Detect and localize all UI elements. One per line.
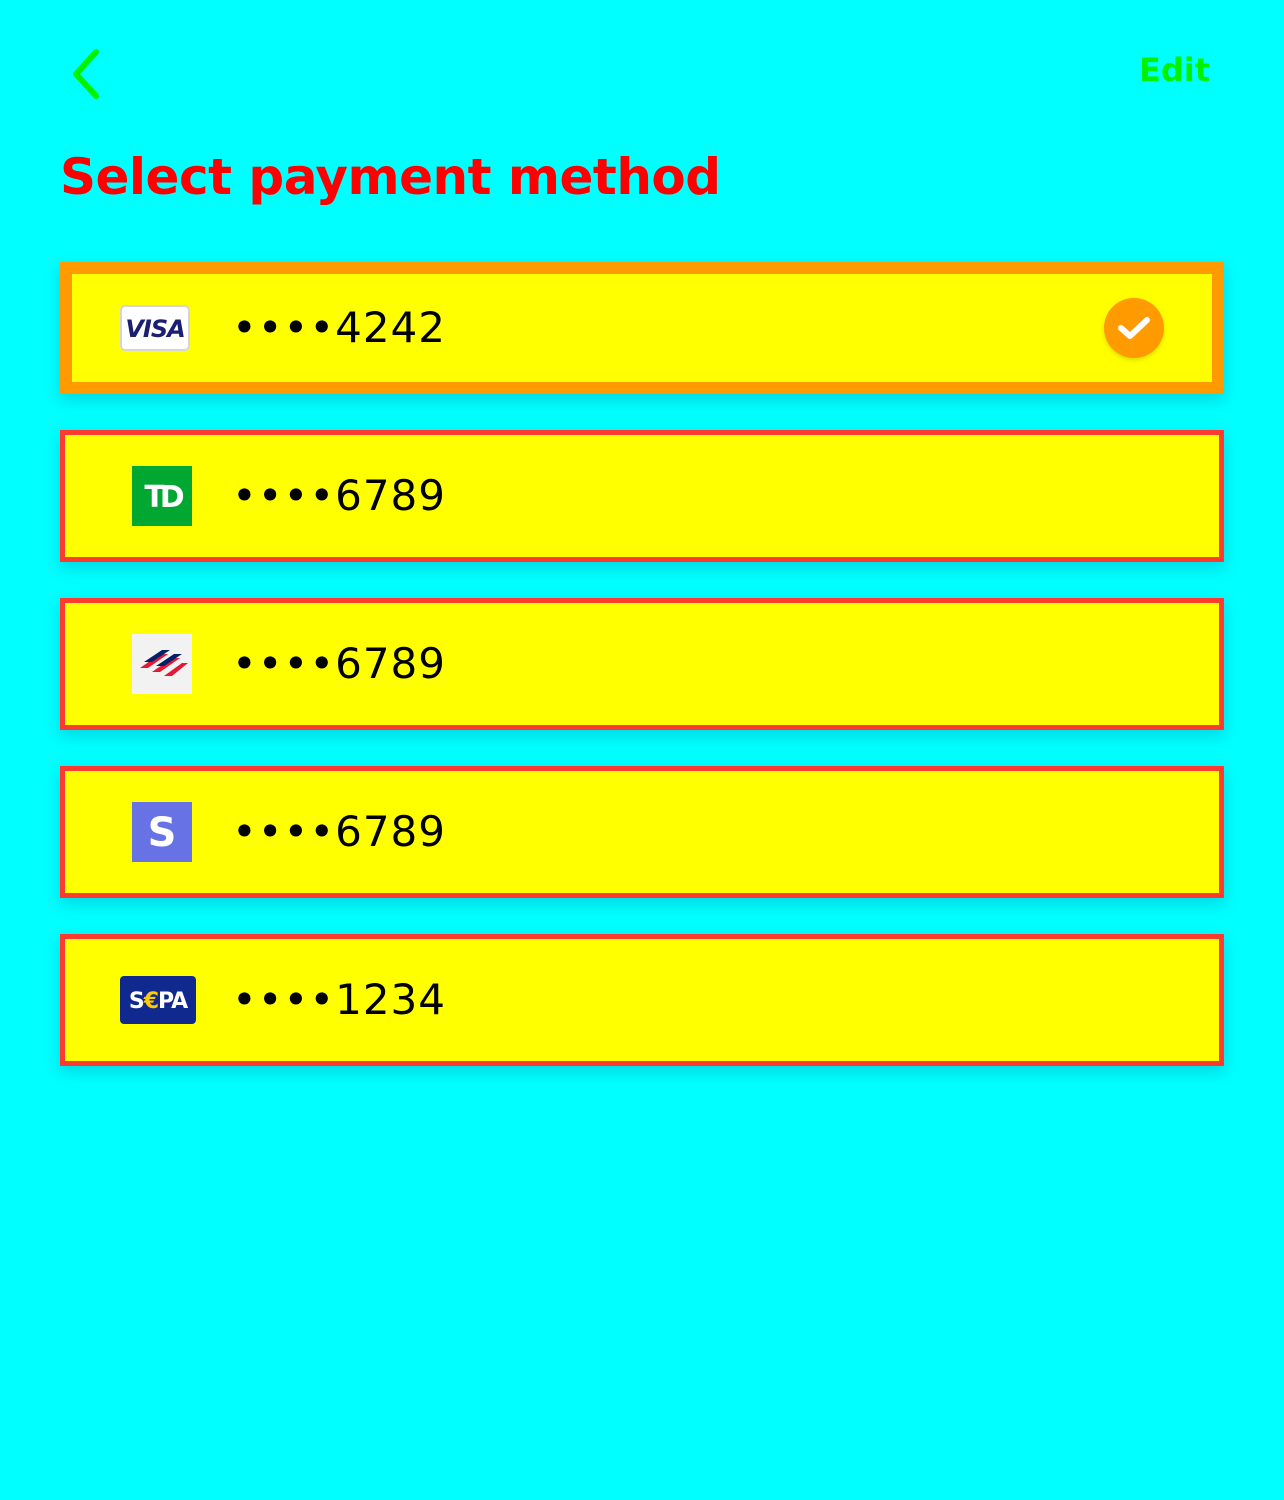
payment-method-bank-of-america[interactable]: ••••6789 <box>60 598 1224 730</box>
svg-text:S: S <box>148 810 177 856</box>
page-title: Select payment method <box>60 148 721 206</box>
payment-methods-list: VISA ••••4242 TD ••••6789 ••••6789 S •••… <box>60 262 1224 1102</box>
chevron-left-icon <box>73 49 99 99</box>
payment-method-sepa[interactable]: S€PA ••••1234 <box>60 934 1224 1066</box>
visa-logo: VISA <box>120 305 190 351</box>
sepa-logo: S€PA <box>120 976 196 1024</box>
edit-button[interactable]: Edit <box>1139 50 1210 90</box>
stripe-logo: S <box>132 802 192 862</box>
svg-text:TD: TD <box>144 480 183 515</box>
account-number: ••••1234 <box>232 975 446 1024</box>
payment-method-td[interactable]: TD ••••6789 <box>60 430 1224 562</box>
back-button[interactable] <box>58 44 114 104</box>
td-bank-logo: TD <box>132 466 192 526</box>
account-number: ••••6789 <box>232 639 446 688</box>
checkmark-icon <box>1104 298 1164 358</box>
bank-of-america-logo <box>132 634 192 694</box>
account-number: ••••6789 <box>232 807 446 856</box>
payment-method-stripe[interactable]: S ••••6789 <box>60 766 1224 898</box>
svg-text:S€PA: S€PA <box>129 989 188 1014</box>
svg-text:VISA: VISA <box>125 315 184 343</box>
payment-method-visa[interactable]: VISA ••••4242 <box>60 262 1224 394</box>
account-number: ••••6789 <box>232 471 446 520</box>
card-number: ••••4242 <box>232 303 446 352</box>
